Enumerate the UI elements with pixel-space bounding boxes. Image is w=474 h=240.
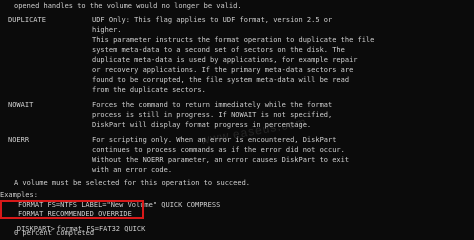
- option-duplicate-label: DUPLICATE: [8, 16, 46, 24]
- option-duplicate-desc: found to be corrupted, the file system m…: [92, 76, 350, 84]
- console-line: opened handles to the volume would no lo…: [14, 2, 242, 10]
- volume-note: A volume must be selected for this opera…: [14, 179, 251, 187]
- option-duplicate-desc: UDF Only: This flag applies to UDF forma…: [92, 16, 333, 24]
- option-duplicate-desc: higher.: [92, 26, 122, 34]
- progress-line: 0 percent completed: [14, 229, 95, 237]
- option-duplicate-desc: or recovery applications. If the primary…: [92, 66, 354, 74]
- option-duplicate-desc: from the duplicate sectors.: [92, 86, 206, 94]
- option-noerr-desc: Without the NOERR parameter, an error ca…: [92, 156, 350, 164]
- option-noerr-desc: continues to process commands as if the …: [92, 146, 345, 154]
- option-nowait-desc: Forces the command to return immediately…: [92, 101, 333, 109]
- examples-label: Examples:: [0, 191, 38, 199]
- option-duplicate-desc: duplicate meta-data is used by applicati…: [92, 56, 358, 64]
- option-nowait-label: NOWAIT: [8, 101, 34, 109]
- option-noerr-desc: with an error code.: [92, 166, 173, 174]
- option-duplicate-desc: system meta-data to a second set of sect…: [92, 46, 345, 54]
- option-duplicate-desc: This parameter instructs the format oper…: [92, 36, 375, 44]
- option-noerr-label: NOERR: [8, 136, 30, 144]
- console-window[interactable]: opened handles to the volume would no lo…: [0, 0, 474, 237]
